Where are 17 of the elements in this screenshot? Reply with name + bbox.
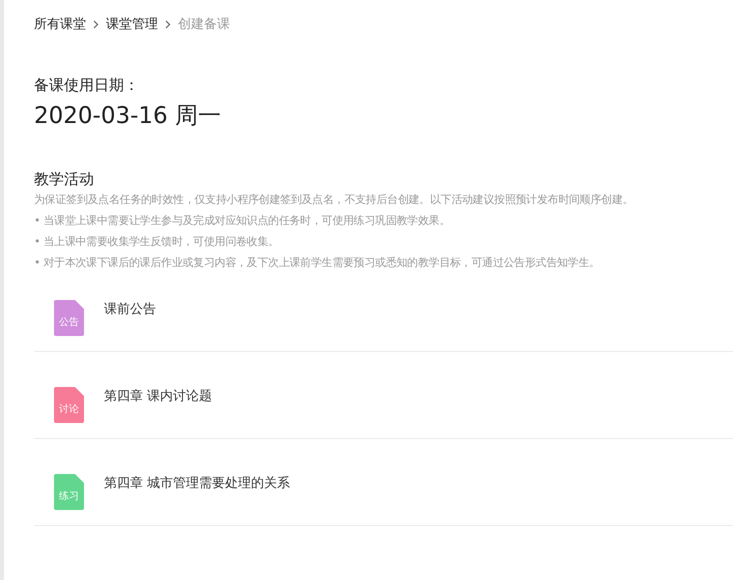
activity-title[interactable]: 第四章 课内讨论题 [104,387,212,405]
section-title: 教学活动 [34,169,95,189]
description-text: 为保证签到及点名任务的时效性，仅支持小程序创建签到及点名，不支持后台创建。以下活动建议按照预计发布时间顺序创建。 [34,192,634,208]
activity-title[interactable]: 第四章 城市管理需要处理的关系 [104,474,290,492]
chevron-icon [93,20,99,28]
tip-text: • 当上课中需要收集学生反馈时，可使用问卷收集。 [34,234,280,250]
breadcrumb-link[interactable]: 所有课堂 [34,15,86,33]
tip-text: • 当课堂上课中需要让学生参与及完成对应知识点的任务时，可使用练习巩固教学效果。 [34,213,451,229]
date-label: 备课使用日期： [34,75,140,95]
tip-text: • 对于本次课下课后的课后作业或复习内容，及下次上课前学生需要预习或悉知的教学目标，可通过公告形式告知学生。 [34,255,601,271]
date-text: 2020-03-16 周一 [34,102,222,131]
breadcrumb-link[interactable]: 课堂管理 [106,15,158,33]
file-icon: 讨论 [54,387,84,423]
activity-title[interactable]: 课前公告 [104,300,156,318]
file-icon: 练习 [54,474,84,510]
file-icon: 公告 [54,300,84,336]
chevron-icon [165,20,171,28]
